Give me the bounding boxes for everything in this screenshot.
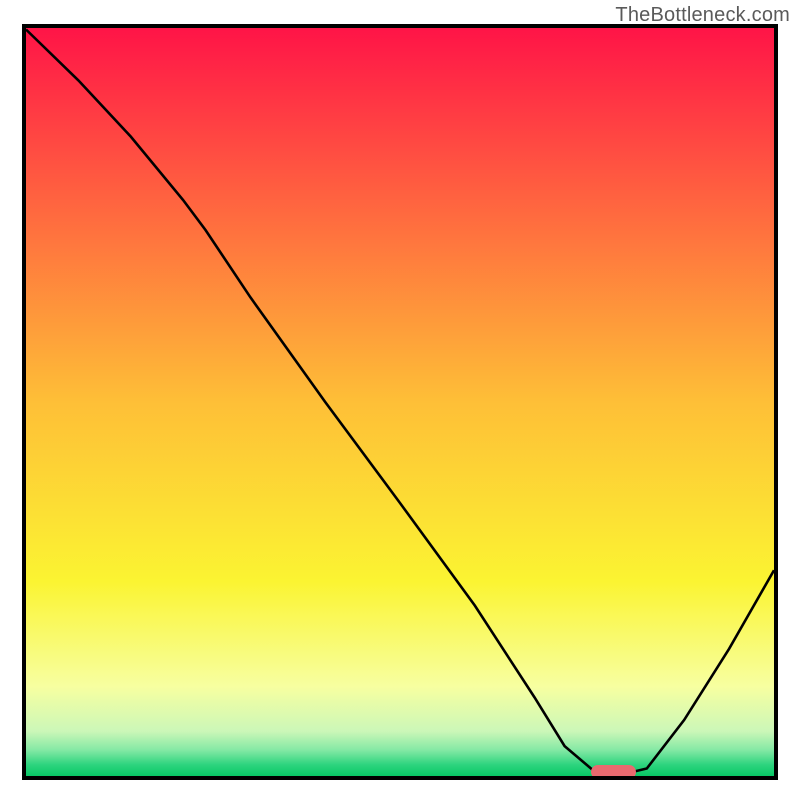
curve-path <box>26 30 774 774</box>
watermark-text: TheBottleneck.com <box>615 4 790 27</box>
plot-frame <box>22 24 778 780</box>
optimal-range-marker <box>591 765 636 779</box>
plot-area <box>26 28 774 776</box>
bottleneck-curve <box>26 28 774 776</box>
